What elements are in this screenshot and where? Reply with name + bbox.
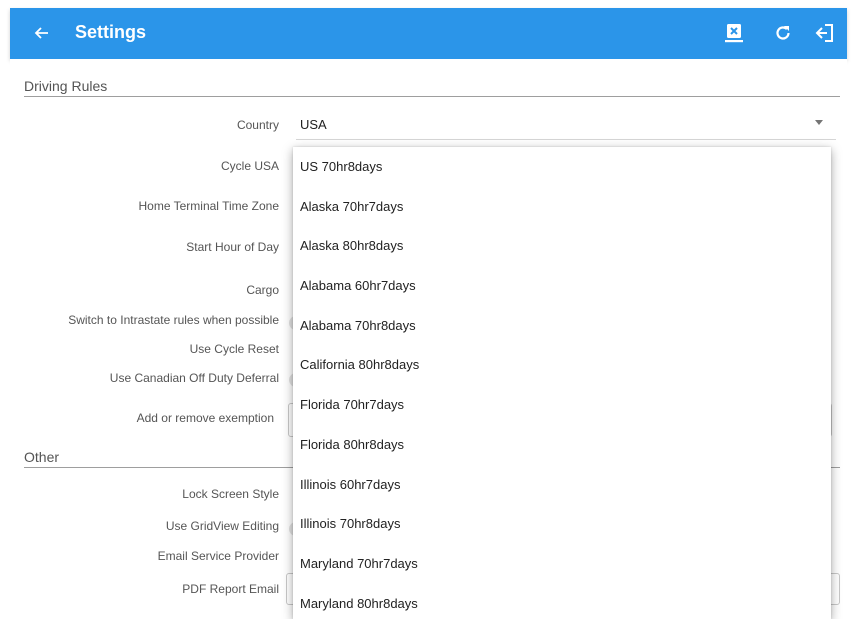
dropdown-option[interactable]: Alabama 70hr8days bbox=[293, 306, 831, 346]
section-divider bbox=[24, 96, 840, 97]
back-arrow-icon[interactable] bbox=[28, 20, 54, 46]
country-select[interactable]: USA bbox=[300, 117, 327, 132]
exemption-label: Add or remove exemption bbox=[136, 411, 274, 425]
gridview-label: Use GridView Editing bbox=[165, 519, 279, 533]
dropdown-option[interactable]: Maryland 70hr7days bbox=[293, 544, 831, 584]
home-terminal-tz-label: Home Terminal Time Zone bbox=[138, 199, 280, 213]
lock-screen-label: Lock Screen Style bbox=[182, 487, 279, 501]
page-title: Settings bbox=[75, 22, 147, 42]
dropdown-option[interactable]: Florida 80hr8days bbox=[293, 425, 831, 465]
cycle-label: Cycle USA bbox=[220, 159, 279, 173]
refresh-icon[interactable] bbox=[770, 20, 796, 46]
app-bar: Settings bbox=[10, 8, 847, 59]
section-header-other: Other bbox=[24, 449, 60, 465]
logout-icon[interactable] bbox=[812, 20, 838, 46]
dropdown-option[interactable]: Alabama 60hr7days bbox=[293, 266, 831, 306]
section-header-driving-rules: Driving Rules bbox=[24, 78, 108, 94]
dropdown-option[interactable]: Illinois 60hr7days bbox=[293, 465, 831, 505]
pdf-email-label: PDF Report Email bbox=[182, 582, 279, 596]
country-underline bbox=[296, 139, 836, 140]
dropdown-option[interactable]: Illinois 70hr8days bbox=[293, 504, 831, 544]
cargo-label: Cargo bbox=[246, 283, 279, 297]
dropdown-option[interactable]: US 70hr8days bbox=[293, 147, 831, 187]
intrastate-label: Switch to Intrastate rules when possible bbox=[68, 313, 279, 327]
dropdown-option[interactable]: California 80hr8days bbox=[293, 345, 831, 385]
cycle-reset-label: Use Cycle Reset bbox=[189, 342, 279, 356]
dropdown-option[interactable]: Alaska 80hr8days bbox=[293, 226, 831, 266]
dropdown-option[interactable]: Maryland 80hr8days bbox=[293, 584, 831, 619]
dropdown-option[interactable]: Florida 70hr7days bbox=[293, 385, 831, 425]
start-hour-label: Start Hour of Day bbox=[186, 240, 279, 254]
dropdown-option[interactable]: Alaska 70hr7days bbox=[293, 187, 831, 227]
email-provider-label: Email Service Provider bbox=[157, 549, 279, 563]
close-box-icon[interactable] bbox=[721, 20, 747, 46]
canadian-deferral-label: Use Canadian Off Duty Deferral bbox=[109, 371, 279, 385]
cycle-dropdown-list[interactable]: US 70hr8days Alaska 70hr7days Alaska 80hr8… bbox=[293, 147, 831, 619]
country-label: Country bbox=[236, 118, 279, 132]
chevron-down-icon[interactable] bbox=[815, 120, 823, 125]
